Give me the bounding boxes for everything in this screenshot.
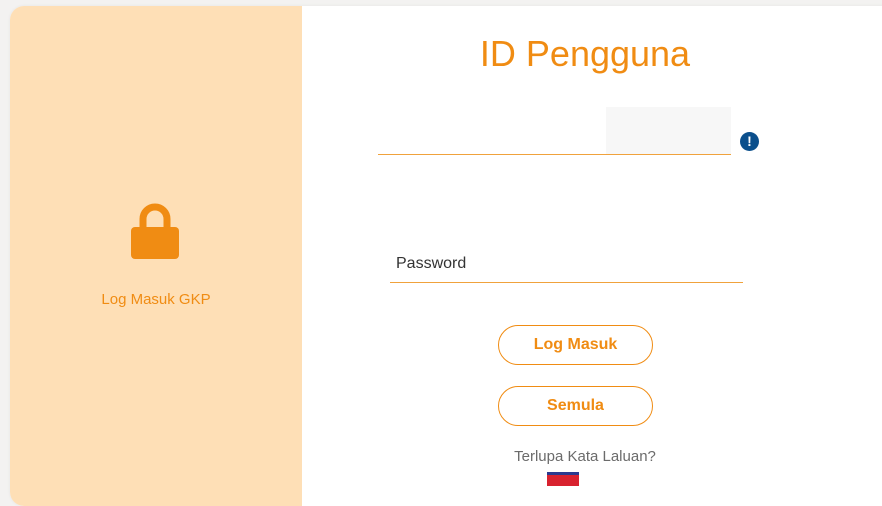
forgot-password-link[interactable]: Terlupa Kata Laluan? [300, 448, 870, 465]
userid-input[interactable] [378, 106, 618, 152]
login-button[interactable]: Log Masuk [498, 325, 653, 365]
lock-icon [131, 203, 179, 259]
userid-field [378, 106, 731, 155]
page-title: ID Pengguna [479, 33, 691, 74]
exclamation-circle-icon[interactable]: ! [740, 132, 759, 151]
password-input[interactable] [390, 248, 743, 280]
left-panel-label: Log Masuk GKP [101, 291, 211, 308]
flag-icon[interactable] [547, 472, 579, 486]
left-panel: Log Masuk GKP [10, 6, 302, 506]
userid-field-shade [606, 107, 731, 154]
password-field [390, 248, 743, 283]
reset-button[interactable]: Semula [498, 386, 653, 426]
